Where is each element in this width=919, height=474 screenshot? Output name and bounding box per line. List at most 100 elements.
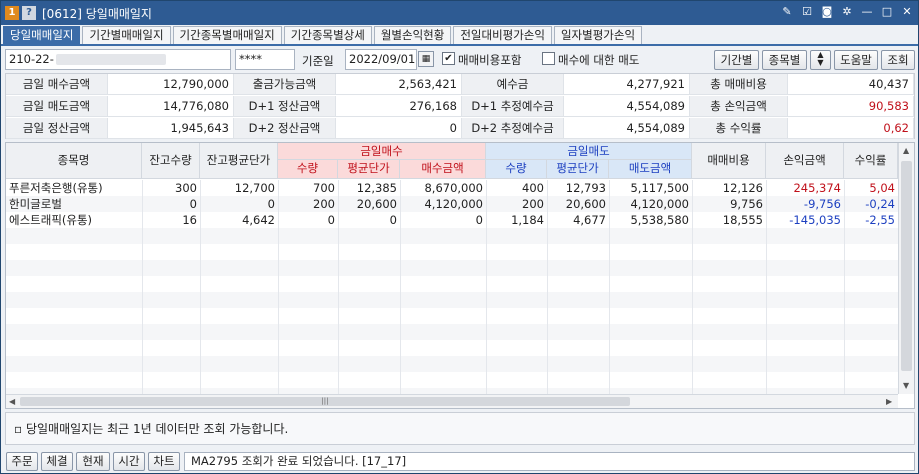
tab-period-stock-journal[interactable]: 기간종목별매매일지 xyxy=(172,26,282,44)
order-button[interactable]: 주문 xyxy=(6,452,38,471)
header-stock-name[interactable]: 종목명 xyxy=(6,143,142,179)
title-icons: ✎ ☑ ◙ ✲ — □ ✕ xyxy=(780,5,914,19)
tab-period-stock-detail[interactable]: 기간종목별상세 xyxy=(283,26,372,44)
scroll-up-icon[interactable]: ▲ xyxy=(903,146,909,155)
tab-daily-journal[interactable]: 당일매매일지 xyxy=(3,26,81,44)
table-header: 종목명 잔고수량 잔고평균단가 금일매수 수량 평균단가 매수금액 금일매도 수… xyxy=(6,143,898,179)
maximize-icon[interactable]: □ xyxy=(880,5,894,19)
row-stripe xyxy=(6,324,898,340)
fill-button[interactable]: 체결 xyxy=(41,452,73,471)
search-row: 210-22- **** 기준일 2022/09/01 ▦ ✔ 매매비용포함 매… xyxy=(1,47,918,73)
query-button[interactable]: 조회 xyxy=(881,50,915,70)
app-window: 1 ? [0612] 당일매매일지 ✎ ☑ ◙ ✲ — □ ✕ 당일매매일지 기… xyxy=(0,0,919,474)
header-fee[interactable]: 매매비용 xyxy=(692,143,766,179)
status-bar: 주문 체결 현재 시간 차트 MA2795 조회가 완료 되었습니다. [17_… xyxy=(1,449,918,473)
calendar-icon[interactable]: ▦ xyxy=(418,51,434,67)
help-badge[interactable]: ? xyxy=(22,6,36,20)
date-label: 기준일 xyxy=(302,54,334,68)
period-button[interactable]: 기간별 xyxy=(714,50,759,70)
gear-icon[interactable]: ✲ xyxy=(840,5,854,19)
horizontal-scrollbar[interactable]: ◀ ||| ▶ xyxy=(6,394,898,408)
summary-label: 총 매매비용 xyxy=(690,74,788,95)
tab-daily-eval[interactable]: 일자별평가손익 xyxy=(553,26,643,44)
summary-value: 1,945,643 xyxy=(108,118,234,139)
memo-icon[interactable]: ✎ xyxy=(780,5,794,19)
note-bullet-icon: ▫ xyxy=(14,422,23,436)
masked-account-digits xyxy=(55,54,166,65)
cell-return-rate: 5,04 xyxy=(869,181,895,195)
stock-button[interactable]: 종목별 xyxy=(762,50,807,70)
cell-return-rate: -0,24 xyxy=(865,197,895,211)
summary-value: 4,277,921 xyxy=(564,74,690,95)
scroll-right-icon[interactable]: ▶ xyxy=(886,397,892,406)
column-divider xyxy=(278,180,279,394)
screen-number-badge[interactable]: 1 xyxy=(5,6,19,20)
minimize-icon[interactable]: — xyxy=(860,5,874,19)
sell-for-buy-checkbox[interactable] xyxy=(542,52,555,65)
summary-label: D+1 추정예수금 xyxy=(462,96,564,117)
cell-buy-amount: 0 xyxy=(475,213,483,227)
cell-sell-avg: 12,793 xyxy=(565,181,606,195)
cell-sell-avg: 20,600 xyxy=(565,197,606,211)
header-return-rate[interactable]: 수익률 xyxy=(844,143,898,179)
time-button[interactable]: 시간 xyxy=(113,452,145,471)
tab-period-journal[interactable]: 기간별매매일지 xyxy=(82,26,171,44)
cell-stock-name: 푸른저축은행(유통) xyxy=(9,181,103,195)
tab-prev-day-eval[interactable]: 전일대비평가손익 xyxy=(453,26,552,44)
spin-updown-icon[interactable]: ▲ ▼ xyxy=(810,50,831,70)
header-balance-qty[interactable]: 잔고수량 xyxy=(142,143,200,179)
table-row[interactable]: 푸른저축은행(유통) 300 12,700 700 12,385 8,670,0… xyxy=(6,180,898,196)
row-stripe xyxy=(6,260,898,276)
tab-strip: 당일매매일지 기간별매매일지 기간종목별매매일지 기간종목별상세 월별손익현황 … xyxy=(3,26,644,44)
tab-monthly-pnl[interactable]: 월별손익현황 xyxy=(373,26,452,44)
camera-icon[interactable]: ◙ xyxy=(820,5,834,19)
cell-fee: 18,555 xyxy=(722,213,763,227)
password-input[interactable]: **** xyxy=(235,49,295,70)
cell-sell-amount: 5,117,500 xyxy=(630,181,689,195)
chart-button[interactable]: 차트 xyxy=(148,452,180,471)
title-bar: 1 ? [0612] 당일매매일지 ✎ ☑ ◙ ✲ — □ ✕ xyxy=(1,1,918,25)
date-input[interactable]: 2022/09/01 xyxy=(345,49,417,70)
horizontal-scroll-thumb[interactable]: ||| xyxy=(20,397,630,406)
fee-include-checkbox[interactable]: ✔ xyxy=(442,52,455,65)
header-pnl[interactable]: 손익금액 xyxy=(766,143,844,179)
row-stripe xyxy=(6,228,898,244)
cell-sell-amount: 5,538,580 xyxy=(630,213,689,227)
column-divider xyxy=(609,180,610,394)
header-sell-amount[interactable]: 매도금액 xyxy=(609,160,692,179)
summary-value: 2,563,421 xyxy=(336,74,462,95)
cell-fee: 12,126 xyxy=(722,181,763,195)
header-buy-qty[interactable]: 수량 xyxy=(278,160,338,179)
scroll-down-icon[interactable]: ▼ xyxy=(903,381,909,390)
summary-value: 4,554,089 xyxy=(564,118,690,139)
current-price-button[interactable]: 현재 xyxy=(76,452,110,471)
column-divider xyxy=(200,180,201,394)
cell-stock-name: 한미글로벌 xyxy=(9,197,62,211)
header-sell-qty[interactable]: 수량 xyxy=(486,160,547,179)
column-divider xyxy=(766,180,767,394)
summary-row: 금일 매수금액 12,790,000 출금가능금액 2,563,421 예수금 … xyxy=(6,74,914,96)
summary-value: 40,437 xyxy=(788,74,914,95)
check-icon[interactable]: ☑ xyxy=(800,5,814,19)
cell-sell-qty: 200 xyxy=(522,197,544,211)
summary-label: D+2 추정예수금 xyxy=(462,118,564,139)
header-balance-avg[interactable]: 잔고평균단가 xyxy=(200,143,278,179)
table-row[interactable]: 에스트래픽(유통) 16 4,642 0 0 0 1,184 4,677 5,5… xyxy=(6,212,898,228)
summary-row: 금일 매도금액 14,776,080 D+1 정산금액 276,168 D+1 … xyxy=(6,96,914,118)
summary-value: 4,554,089 xyxy=(564,96,690,117)
vertical-scrollbar[interactable]: ▲ ▼ xyxy=(898,143,914,394)
scroll-left-icon[interactable]: ◀ xyxy=(9,397,15,406)
sell-for-buy-label: 매수에 대한 매도 xyxy=(558,53,640,67)
account-input[interactable]: 210-22- xyxy=(5,49,231,70)
window-title: [0612] 당일매매일지 xyxy=(42,6,152,21)
header-sell-avg[interactable]: 평균단가 xyxy=(547,160,609,179)
vertical-scroll-thumb[interactable] xyxy=(901,161,912,371)
close-icon[interactable]: ✕ xyxy=(900,5,914,19)
header-buy-amount[interactable]: 매수금액 xyxy=(400,160,486,179)
help-button[interactable]: 도움말 xyxy=(834,50,878,70)
trade-table[interactable]: 종목명 잔고수량 잔고평균단가 금일매수 수량 평균단가 매수금액 금일매도 수… xyxy=(5,142,915,409)
header-buy-avg[interactable]: 평균단가 xyxy=(338,160,400,179)
column-divider xyxy=(547,180,548,394)
table-row[interactable]: 한미글로벌 0 0 200 20,600 4,120,000 200 20,60… xyxy=(6,196,898,212)
summary-label: D+2 정산금액 xyxy=(234,118,336,139)
